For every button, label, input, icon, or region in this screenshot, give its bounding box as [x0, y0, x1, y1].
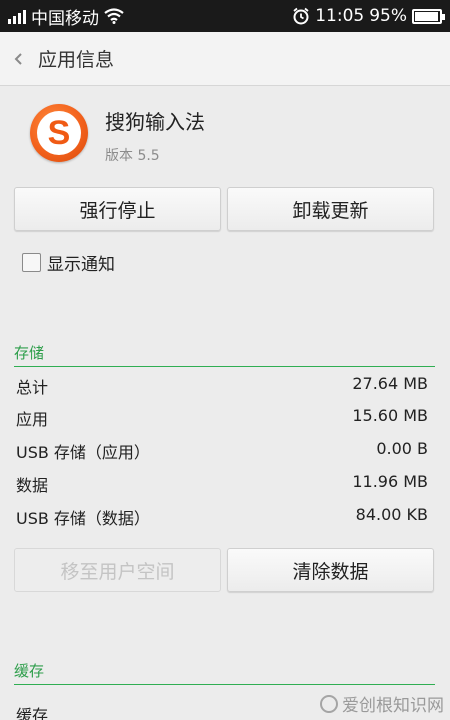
storage-row-label: USB 存储（应用）: [16, 443, 150, 462]
wifi-icon: [104, 8, 124, 24]
uninstall-updates-button[interactable]: 卸载更新: [227, 187, 434, 231]
signal-icon: [8, 8, 26, 24]
alarm-icon: [292, 7, 310, 25]
watermark-text: 爱创根知识网: [342, 696, 444, 716]
app-icon-letter: S: [47, 114, 71, 152]
storage-row-data: 数据 11.96 MB: [16, 472, 428, 496]
storage-row-label: 数据: [16, 476, 49, 495]
app-bar: 应用信息: [0, 32, 450, 86]
app-version: 版本 5.5: [105, 148, 160, 164]
storage-row-value: 84.00 KB: [355, 505, 428, 524]
storage-row-value: 27.64 MB: [352, 374, 428, 393]
storage-row-value: 0.00 B: [376, 439, 428, 458]
watermark-logo-icon: [320, 694, 338, 713]
chevron-left-icon[interactable]: [2, 32, 36, 86]
storage-section-header: 存储: [14, 342, 435, 367]
show-notifications-checkbox[interactable]: [22, 253, 41, 272]
storage-row-label: USB 存储（数据）: [16, 509, 150, 528]
storage-row-app: 应用 15.60 MB: [16, 406, 428, 430]
force-stop-button[interactable]: 强行停止: [14, 187, 221, 231]
battery-icon: [412, 8, 445, 24]
storage-row-label: 总计: [16, 378, 49, 397]
storage-row-value: 15.60 MB: [352, 406, 428, 425]
carrier-name: 中国移动: [31, 8, 99, 29]
battery-percent: 95%: [369, 6, 407, 26]
cache-section-header: 缓存: [14, 660, 435, 685]
app-info: S 搜狗输入法 版本 5.5: [30, 104, 205, 165]
storage-row-usb-app: USB 存储（应用） 0.00 B: [16, 439, 428, 463]
clear-data-button[interactable]: 清除数据: [227, 548, 434, 592]
storage-row-label: 应用: [16, 410, 49, 429]
sogou-app-icon: S: [30, 104, 88, 162]
move-to-user-space-button[interactable]: 移至用户空间: [14, 548, 221, 592]
status-bar: 中国移动 11:05 95%: [0, 0, 450, 32]
app-name: 搜狗输入法: [105, 110, 205, 134]
storage-row-usb-data: USB 存储（数据） 84.00 KB: [16, 505, 428, 529]
show-notifications-row[interactable]: 显示通知: [22, 250, 115, 275]
cache-row-label: 缓存: [16, 706, 49, 720]
watermark: 爱创根知识网: [320, 691, 444, 716]
show-notifications-label: 显示通知: [47, 255, 115, 275]
page-title: 应用信息: [38, 49, 115, 71]
clock-time: 11:05: [315, 6, 365, 26]
storage-row-value: 11.96 MB: [352, 472, 428, 491]
storage-row-total: 总计 27.64 MB: [16, 374, 428, 398]
